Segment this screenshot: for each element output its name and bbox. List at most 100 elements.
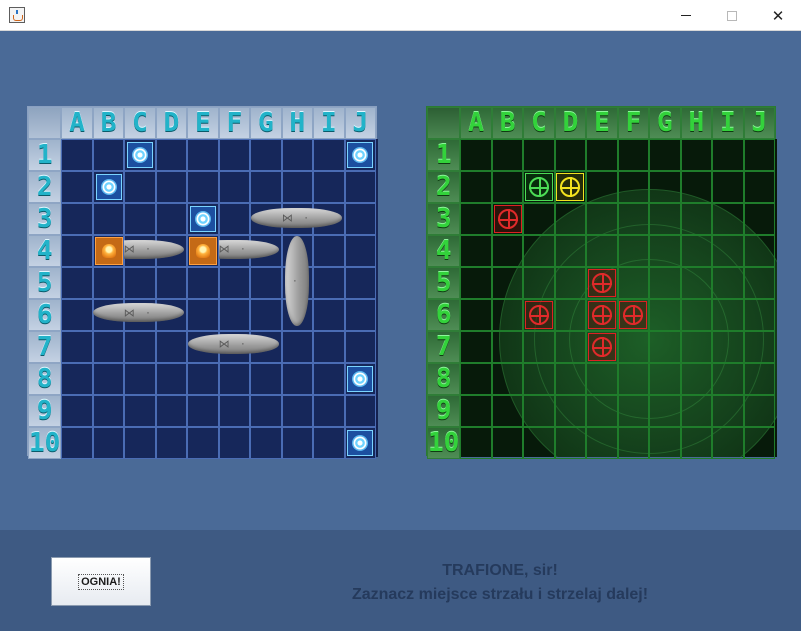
board-cell-a5[interactable]: [61, 267, 93, 299]
board-cell-d5[interactable]: [155, 267, 188, 299]
board-cell-b2[interactable]: [491, 171, 524, 203]
board-cell-i7[interactable]: [712, 331, 744, 363]
board-cell-f4[interactable]: [617, 235, 650, 267]
board-cell-h9[interactable]: [680, 395, 713, 427]
board-cell-c10[interactable]: [523, 427, 555, 459]
board-cell-j8[interactable]: [344, 363, 376, 395]
board-cell-j1[interactable]: [743, 139, 775, 171]
board-cell-a3[interactable]: [61, 203, 93, 235]
board-cell-d8[interactable]: [155, 363, 188, 395]
board-cell-c2[interactable]: [523, 171, 555, 203]
board-cell-d6[interactable]: [554, 299, 587, 331]
board-cell-a6[interactable]: [61, 299, 93, 331]
board-cell-a2[interactable]: [61, 171, 93, 203]
board-cell-e4[interactable]: [586, 235, 618, 267]
board-cell-e10[interactable]: [187, 427, 219, 459]
board-cell-g2[interactable]: [649, 171, 681, 203]
board-cell-d9[interactable]: [554, 395, 587, 427]
board-cell-a5[interactable]: [460, 267, 492, 299]
board-cell-c8[interactable]: [124, 363, 156, 395]
board-cell-e6[interactable]: [586, 299, 618, 331]
board-cell-h6[interactable]: [680, 299, 713, 331]
board-cell-j5[interactable]: [344, 267, 376, 299]
board-cell-g6[interactable]: [250, 299, 282, 331]
board-cell-c5[interactable]: [523, 267, 555, 299]
board-cell-i8[interactable]: [313, 363, 345, 395]
board-cell-i10[interactable]: [313, 427, 345, 459]
board-cell-a8[interactable]: [460, 363, 492, 395]
board-cell-f9[interactable]: [218, 395, 251, 427]
minimize-button[interactable]: [663, 0, 709, 31]
board-cell-g5[interactable]: [250, 267, 282, 299]
maximize-button[interactable]: [709, 0, 755, 31]
board-cell-h7[interactable]: [680, 331, 713, 363]
board-cell-f2[interactable]: [218, 171, 251, 203]
board-cell-d9[interactable]: [155, 395, 188, 427]
board-cell-d4[interactable]: [554, 235, 587, 267]
board-cell-h3[interactable]: [680, 203, 713, 235]
board-cell-f6[interactable]: [218, 299, 251, 331]
board-cell-a9[interactable]: [460, 395, 492, 427]
board-cell-b9[interactable]: [491, 395, 524, 427]
board-cell-b3[interactable]: [92, 203, 125, 235]
board-cell-e4[interactable]: [187, 235, 219, 267]
board-cell-c7[interactable]: [124, 331, 156, 363]
board-cell-e7[interactable]: [586, 331, 618, 363]
board-cell-f1[interactable]: [218, 139, 251, 171]
board-cell-b1[interactable]: [491, 139, 524, 171]
board-cell-a4[interactable]: [460, 235, 492, 267]
board-cell-f7[interactable]: [617, 331, 650, 363]
board-cell-e2[interactable]: [187, 171, 219, 203]
board-cell-h8[interactable]: [680, 363, 713, 395]
board-cell-b2[interactable]: [92, 171, 125, 203]
board-cell-c7[interactable]: [523, 331, 555, 363]
board-cell-g9[interactable]: [250, 395, 282, 427]
board-cell-g7[interactable]: [649, 331, 681, 363]
board-cell-e3[interactable]: [586, 203, 618, 235]
board-cell-f9[interactable]: [617, 395, 650, 427]
board-cell-d8[interactable]: [554, 363, 587, 395]
board-cell-h10[interactable]: [281, 427, 314, 459]
board-cell-j3[interactable]: [743, 203, 775, 235]
board-cell-j4[interactable]: [344, 235, 376, 267]
board-cell-b4[interactable]: [92, 235, 125, 267]
board-cell-h2[interactable]: [680, 171, 713, 203]
board-cell-j9[interactable]: [344, 395, 376, 427]
board-cell-h8[interactable]: [281, 363, 314, 395]
board-cell-d5[interactable]: [554, 267, 587, 299]
board-cell-b10[interactable]: [92, 427, 125, 459]
board-cell-i7[interactable]: [313, 331, 345, 363]
board-cell-d3[interactable]: [554, 203, 587, 235]
board-cell-d3[interactable]: [155, 203, 188, 235]
board-cell-b9[interactable]: [92, 395, 125, 427]
board-cell-f10[interactable]: [218, 427, 251, 459]
fire-button[interactable]: OGNIA!: [51, 557, 151, 606]
board-cell-b3[interactable]: [491, 203, 524, 235]
board-cell-g10[interactable]: [649, 427, 681, 459]
board-cell-a1[interactable]: [61, 139, 93, 171]
board-cell-c1[interactable]: [523, 139, 555, 171]
board-cell-i5[interactable]: [313, 267, 345, 299]
board-cell-j6[interactable]: [743, 299, 775, 331]
board-cell-a7[interactable]: [460, 331, 492, 363]
board-cell-b5[interactable]: [491, 267, 524, 299]
board-cell-d1[interactable]: [554, 139, 587, 171]
board-cell-c3[interactable]: [523, 203, 555, 235]
board-cell-g8[interactable]: [649, 363, 681, 395]
board-cell-i9[interactable]: [313, 395, 345, 427]
board-cell-f2[interactable]: [617, 171, 650, 203]
board-cell-i6[interactable]: [712, 299, 744, 331]
board-cell-d1[interactable]: [155, 139, 188, 171]
board-cell-i2[interactable]: [712, 171, 744, 203]
board-cell-c6[interactable]: [523, 299, 555, 331]
board-cell-f8[interactable]: [218, 363, 251, 395]
board-cell-a7[interactable]: [61, 331, 93, 363]
board-cell-g9[interactable]: [649, 395, 681, 427]
board-cell-b1[interactable]: [92, 139, 125, 171]
board-cell-h1[interactable]: [680, 139, 713, 171]
board-cell-b7[interactable]: [491, 331, 524, 363]
board-cell-a1[interactable]: [460, 139, 492, 171]
board-cell-i3[interactable]: [712, 203, 744, 235]
board-cell-e5[interactable]: [586, 267, 618, 299]
board-cell-h2[interactable]: [281, 171, 314, 203]
